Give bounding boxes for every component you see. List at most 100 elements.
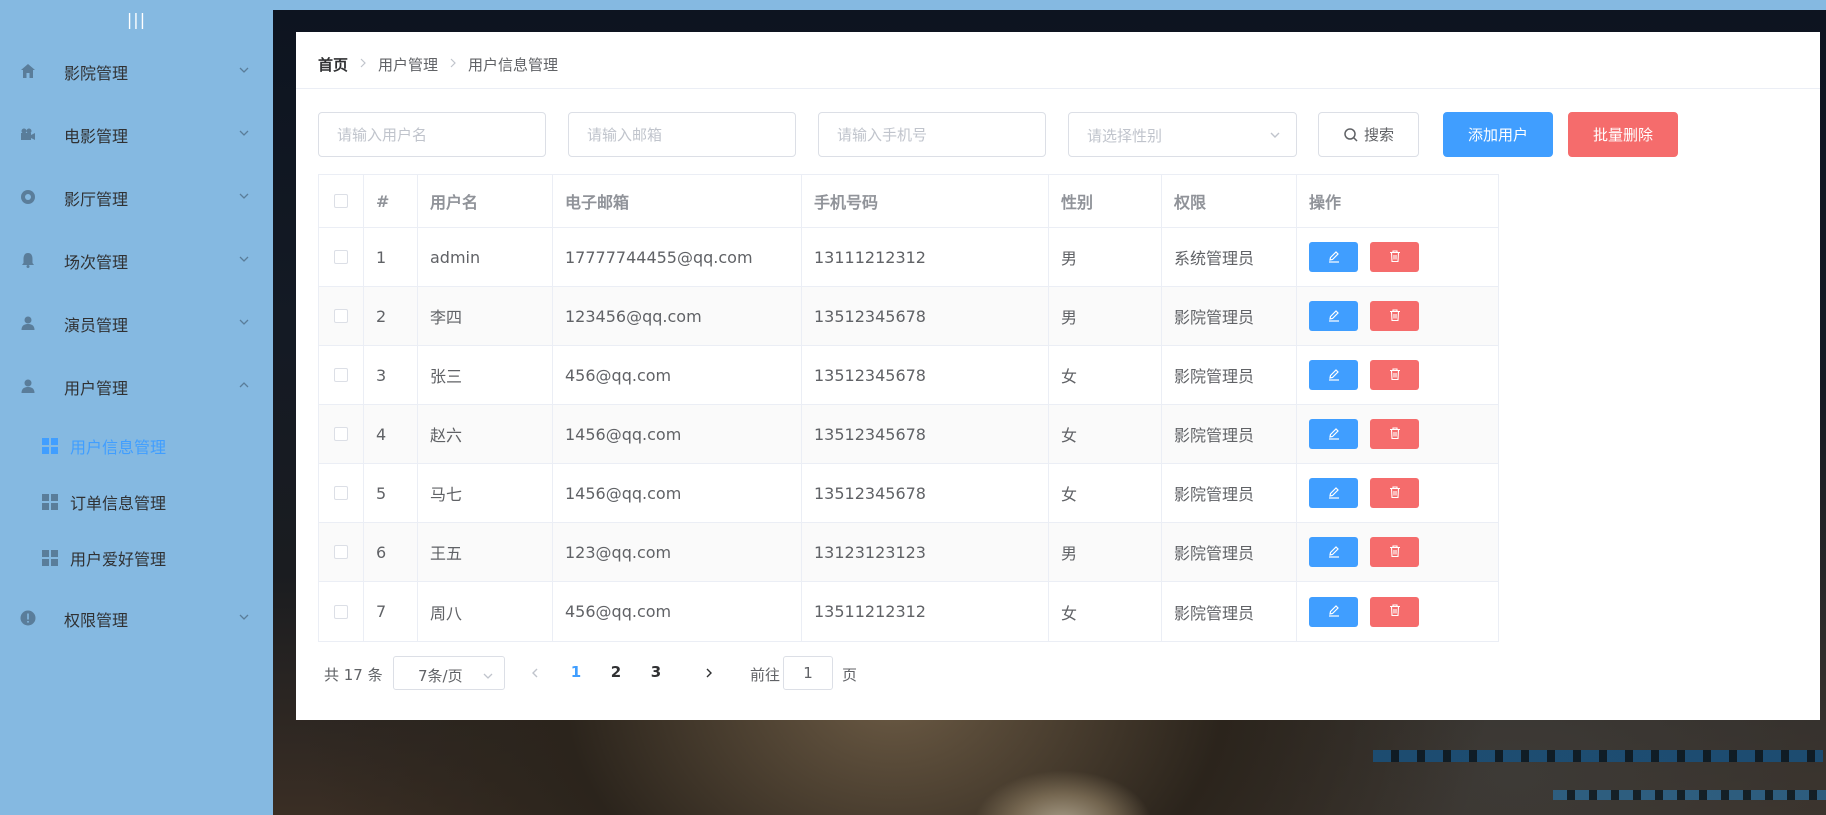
trash-icon xyxy=(1388,543,1402,562)
row-select-cell xyxy=(319,523,364,581)
search-button-label: 搜索 xyxy=(1363,126,1394,144)
sidebar-collapse-toggle[interactable]: ||| xyxy=(0,10,273,36)
cell-username: 马七 xyxy=(418,464,553,522)
cell-phone: 13512345678 xyxy=(802,405,1049,463)
grid-icon xyxy=(42,550,58,566)
cell-index: 3 xyxy=(364,346,418,404)
submenu-item-order-info[interactable]: 订单信息管理 xyxy=(0,476,273,526)
edit-button[interactable] xyxy=(1309,301,1358,331)
edit-icon xyxy=(1327,543,1341,562)
username-search-input[interactable] xyxy=(318,112,546,157)
trash-icon xyxy=(1388,425,1402,444)
cell-role: 影院管理员 xyxy=(1162,582,1297,641)
divider xyxy=(296,88,1820,89)
menu-item-movie-management[interactable]: 电影管理 xyxy=(0,109,273,159)
background-lights xyxy=(1553,790,1826,800)
row-checkbox[interactable] xyxy=(334,486,348,500)
trash-icon xyxy=(1388,602,1402,621)
edit-button[interactable] xyxy=(1309,537,1358,567)
header-email: 电子邮箱 xyxy=(553,175,802,227)
delete-button[interactable] xyxy=(1370,301,1419,331)
row-select-cell xyxy=(319,287,364,345)
edit-button[interactable] xyxy=(1309,419,1358,449)
cell-gender: 女 xyxy=(1049,346,1162,404)
grid-icon xyxy=(42,494,58,510)
background-lights xyxy=(1373,750,1823,762)
cell-username: 王五 xyxy=(418,523,553,581)
chevron-right-icon xyxy=(358,57,368,72)
cell-role: 系统管理员 xyxy=(1162,228,1297,286)
chevron-down-icon xyxy=(236,251,252,267)
row-checkbox[interactable] xyxy=(334,368,348,382)
chevron-down-icon xyxy=(236,62,252,78)
menu-item-label: 影厅管理 xyxy=(64,190,129,209)
page-number-2[interactable]: 2 xyxy=(606,663,626,681)
delete-button[interactable] xyxy=(1370,242,1419,272)
cell-username: 张三 xyxy=(418,346,553,404)
phone-search-input[interactable] xyxy=(818,112,1046,157)
delete-button[interactable] xyxy=(1370,596,1419,627)
submenu-item-user-hobby[interactable]: 用户爱好管理 xyxy=(0,532,273,582)
chevron-down-icon xyxy=(1268,127,1284,143)
delete-button[interactable] xyxy=(1370,537,1419,567)
menu-item-user-management[interactable]: 用户管理 xyxy=(0,361,273,411)
prev-page-button[interactable] xyxy=(524,662,546,684)
bell-icon xyxy=(18,250,38,270)
chevron-down-icon xyxy=(236,188,252,204)
table-header-row: # 用户名 电子邮箱 手机号码 性别 权限 操作 xyxy=(319,175,1498,228)
page-number-1[interactable]: 1 xyxy=(566,663,586,681)
chevron-up-icon xyxy=(236,377,252,393)
row-checkbox[interactable] xyxy=(334,427,348,441)
submenu-item-label: 订单信息管理 xyxy=(70,494,167,513)
background-glow xyxy=(973,770,1153,815)
page-number-3[interactable]: 3 xyxy=(646,663,666,681)
delete-button[interactable] xyxy=(1370,419,1419,449)
menu-item-hall-management[interactable]: 影厅管理 xyxy=(0,172,273,222)
next-page-button[interactable] xyxy=(698,662,720,684)
menu-item-permission-management[interactable]: 权限管理 xyxy=(0,593,273,643)
delete-button[interactable] xyxy=(1370,478,1419,508)
table-row: 4 赵六 1456@qq.com 13512345678 女 影院管理员 xyxy=(319,405,1498,464)
cell-role: 影院管理员 xyxy=(1162,464,1297,522)
edit-button[interactable] xyxy=(1309,478,1358,508)
header-role: 权限 xyxy=(1162,175,1297,227)
page-size-select[interactable]: 7条/页 xyxy=(393,656,505,690)
cell-phone: 13511212312 xyxy=(802,582,1049,641)
row-checkbox[interactable] xyxy=(334,545,348,559)
select-all-checkbox[interactable] xyxy=(334,194,348,208)
add-user-button[interactable]: 添加用户 xyxy=(1443,112,1553,157)
header-phone: 手机号码 xyxy=(802,175,1049,227)
menu-item-actor-management[interactable]: 演员管理 xyxy=(0,298,273,348)
batch-delete-button[interactable]: 批量删除 xyxy=(1568,112,1678,157)
delete-button[interactable] xyxy=(1370,360,1419,390)
gender-select-placeholder: 请选择性别 xyxy=(1087,127,1163,145)
table-row: 2 李四 123456@qq.com 13512345678 男 影院管理员 xyxy=(319,287,1498,346)
table-row: 3 张三 456@qq.com 13512345678 女 影院管理员 xyxy=(319,346,1498,405)
edit-button[interactable] xyxy=(1309,242,1358,272)
chevron-right-icon xyxy=(448,57,458,72)
row-checkbox[interactable] xyxy=(334,309,348,323)
menu-item-label: 演员管理 xyxy=(64,316,129,335)
menu-item-cinema-management[interactable]: 影院管理 xyxy=(0,46,273,96)
submenu-item-user-info[interactable]: 用户信息管理 xyxy=(0,420,273,470)
menu-item-label: 影院管理 xyxy=(64,64,129,83)
gender-select[interactable]: 请选择性别 xyxy=(1068,112,1297,157)
edit-button[interactable] xyxy=(1309,596,1358,627)
trash-icon xyxy=(1388,366,1402,385)
email-search-input[interactable] xyxy=(568,112,796,157)
goto-page-input[interactable] xyxy=(783,656,833,690)
cell-email: 1456@qq.com xyxy=(553,464,802,522)
search-button[interactable]: 搜索 xyxy=(1318,112,1419,157)
pagination-total: 共 17 条 xyxy=(324,666,383,684)
row-checkbox[interactable] xyxy=(334,604,348,619)
row-checkbox[interactable] xyxy=(334,250,348,264)
breadcrumb-home[interactable]: 首页 xyxy=(318,54,348,75)
edit-button[interactable] xyxy=(1309,360,1358,390)
menu-item-session-management[interactable]: 场次管理 xyxy=(0,235,273,285)
user-icon xyxy=(18,313,38,333)
edit-icon xyxy=(1327,425,1341,444)
cell-role: 影院管理员 xyxy=(1162,287,1297,345)
edit-icon xyxy=(1327,248,1341,267)
submenu-item-label: 用户爱好管理 xyxy=(70,550,167,569)
edit-icon xyxy=(1327,484,1341,503)
